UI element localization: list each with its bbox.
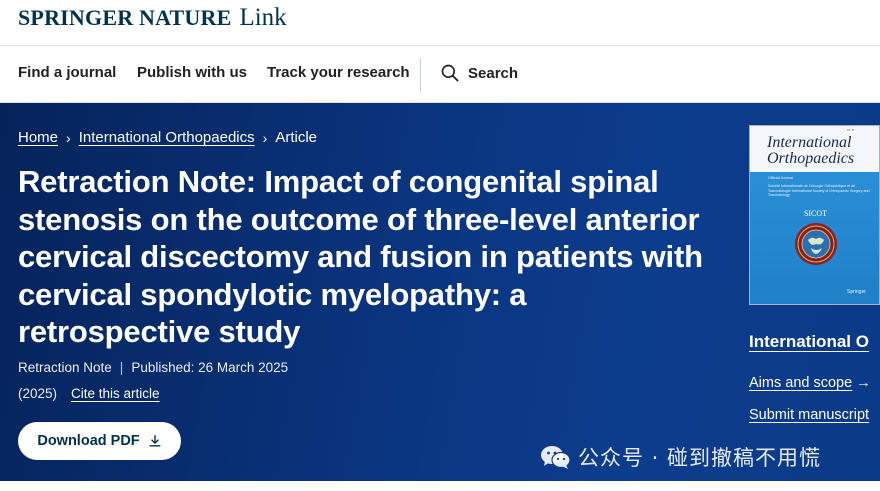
breadcrumb: Home › International Orthopaedics › Arti… [18,129,317,146]
download-pdf-label: Download PDF [37,433,140,449]
journal-cover[interactable]: ▪▪▪ ▪▪ International Orthopaedics Offici… [749,125,880,305]
main-nav: Find a journal Publish with us Track you… [0,46,880,103]
published-date: Published: 26 March 2025 [131,360,289,375]
download-icon [149,435,161,447]
nav-publish-with-us[interactable]: Publish with us [137,64,247,81]
cover-society: Société Internationale de Chirurgie Orth… [768,184,870,197]
search-icon [441,64,459,82]
submit-manuscript-link[interactable]: Submit manuscript [749,407,869,423]
aims-scope-link[interactable]: Aims and scope → [749,375,871,391]
breadcrumb-journal[interactable]: International Orthopaedics [79,129,255,146]
chevron-right-icon: › [262,129,268,146]
article-hero: Home › International Orthopaedics › Arti… [0,103,880,481]
search-button[interactable]: Search [440,63,518,83]
download-pdf-button[interactable]: Download PDF [18,422,181,460]
cover-official: Official Journal [768,176,794,180]
page-bottom-strip [0,481,880,491]
cover-volume-badge: ▪▪▪ ▪▪ [846,128,856,132]
search-label: Search [468,64,519,82]
cover-publisher: Springer [847,289,866,295]
wechat-watermark: 公众号 · 碰到撤稿不用慌 [540,442,821,472]
meta-divider: | [119,360,124,375]
cite-article-link[interactable]: Cite this article [71,386,160,401]
brand-product: Link [239,4,287,31]
wechat-icon [541,446,571,469]
article-meta: Retraction Note | Published: 26 March 20… [18,360,288,375]
article-meta-secondary: (2025) Cite this article [18,386,160,401]
brand-header: SPRINGER NATURE Link [0,0,880,46]
aims-scope-label: Aims and scope [749,375,853,391]
nav-track-research[interactable]: Track your research [267,64,410,81]
breadcrumb-current: Article [275,129,317,146]
arrow-right-icon: → [856,375,871,391]
cover-sicot: SICOT [803,209,828,218]
journal-name-link[interactable]: International O [749,332,869,352]
nav-divider [420,58,421,92]
watermark-text: 公众号 · 碰到撤稿不用慌 [578,446,822,470]
brand-name: SPRINGER NATURE [18,5,232,30]
article-type: Retraction Note [18,360,112,375]
sicot-emblem-icon [795,223,837,265]
chevron-right-icon: › [66,129,71,146]
cover-body: Official Journal Société Internationale … [750,172,879,304]
article-title: Retraction Note: Impact of congenital sp… [18,164,703,349]
springer-nature-link-logo[interactable]: SPRINGER NATURE Link [18,4,287,31]
nav-find-journal[interactable]: Find a journal [18,64,116,81]
breadcrumb-home[interactable]: Home [18,129,58,146]
cover-title: International Orthopaedics [767,134,855,167]
article-year: (2025) [18,386,58,401]
